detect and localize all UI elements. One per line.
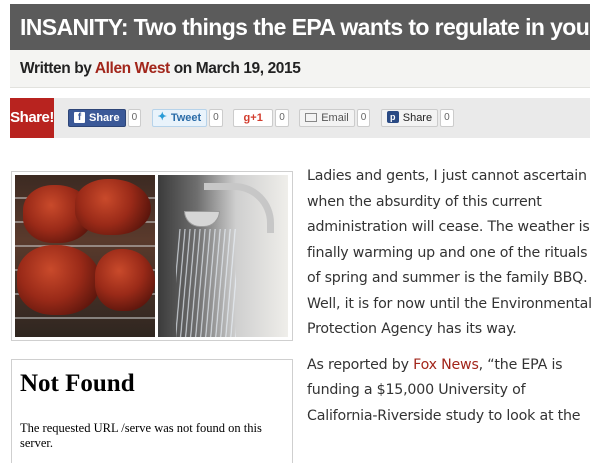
email-icon	[305, 112, 318, 122]
pocket-share-count: 0	[440, 109, 454, 127]
facebook-share-label: Share	[89, 112, 120, 124]
google-plus-button[interactable]: g+1	[233, 109, 274, 127]
tweet-label: Tweet	[170, 112, 202, 124]
pocket-share-button[interactable]: p Share	[380, 109, 439, 127]
not-found-heading: Not Found	[20, 370, 135, 397]
tweet-count: 0	[209, 109, 223, 127]
not-found-message: The requested URL /serve was not found o…	[20, 421, 262, 450]
pocket-share: p Share 0	[380, 109, 454, 127]
byline: Written by Allen West on March 19, 2015	[10, 50, 590, 88]
shower-head-image	[158, 175, 288, 337]
fox-news-link[interactable]: Fox News	[413, 357, 479, 373]
share-buttons: f Share 0 ✦ Tweet 0 g+1 0 Email 0 p Share 0	[68, 109, 460, 127]
pocket-share-label: Share	[402, 112, 433, 124]
facebook-share-count: 0	[127, 109, 142, 127]
bbq-chicken-image	[15, 175, 155, 337]
article-title: INSANITY: Two things the EPA wants to re…	[10, 4, 590, 50]
share-bar: Share! f Share 0 ✦ Tweet 0 g+1 0 Email 0 p Shar…	[10, 98, 590, 138]
share-label: Share!	[10, 98, 54, 138]
article-body: Ladies and gents, I just cannot ascertai…	[307, 164, 597, 429]
google-plus-label: +1	[250, 112, 263, 124]
facebook-icon: f	[74, 111, 85, 123]
article-paragraph-1: Ladies and gents, I just cannot ascertai…	[307, 168, 592, 337]
pocket-share-icon: p	[386, 111, 399, 124]
facebook-share-button[interactable]: f Share	[68, 109, 126, 127]
embedded-error-frame: Not Found The requested URL /serve was n…	[11, 359, 293, 463]
byline-date: on March 19, 2015	[173, 60, 301, 77]
twitter-share: ✦ Tweet 0	[151, 109, 223, 127]
email-count: 0	[356, 109, 371, 127]
article-paragraph-2: As reported by Fox News, “the EPA is fun…	[307, 353, 597, 430]
email-button[interactable]: Email	[299, 109, 355, 127]
twitter-icon: ✦	[157, 111, 167, 124]
tweet-button[interactable]: ✦ Tweet	[151, 109, 208, 127]
article-photo	[11, 171, 293, 341]
email-share: Email 0	[299, 109, 371, 127]
paragraph-2-prefix: As reported by	[307, 356, 414, 373]
google-plus-count: 0	[275, 109, 289, 127]
facebook-share: f Share 0	[68, 109, 142, 127]
email-label: Email	[321, 112, 349, 124]
byline-prefix: Written by	[20, 60, 92, 77]
author-link[interactable]: Allen West	[95, 60, 170, 77]
google-plus-share: g+1 0	[233, 109, 289, 127]
